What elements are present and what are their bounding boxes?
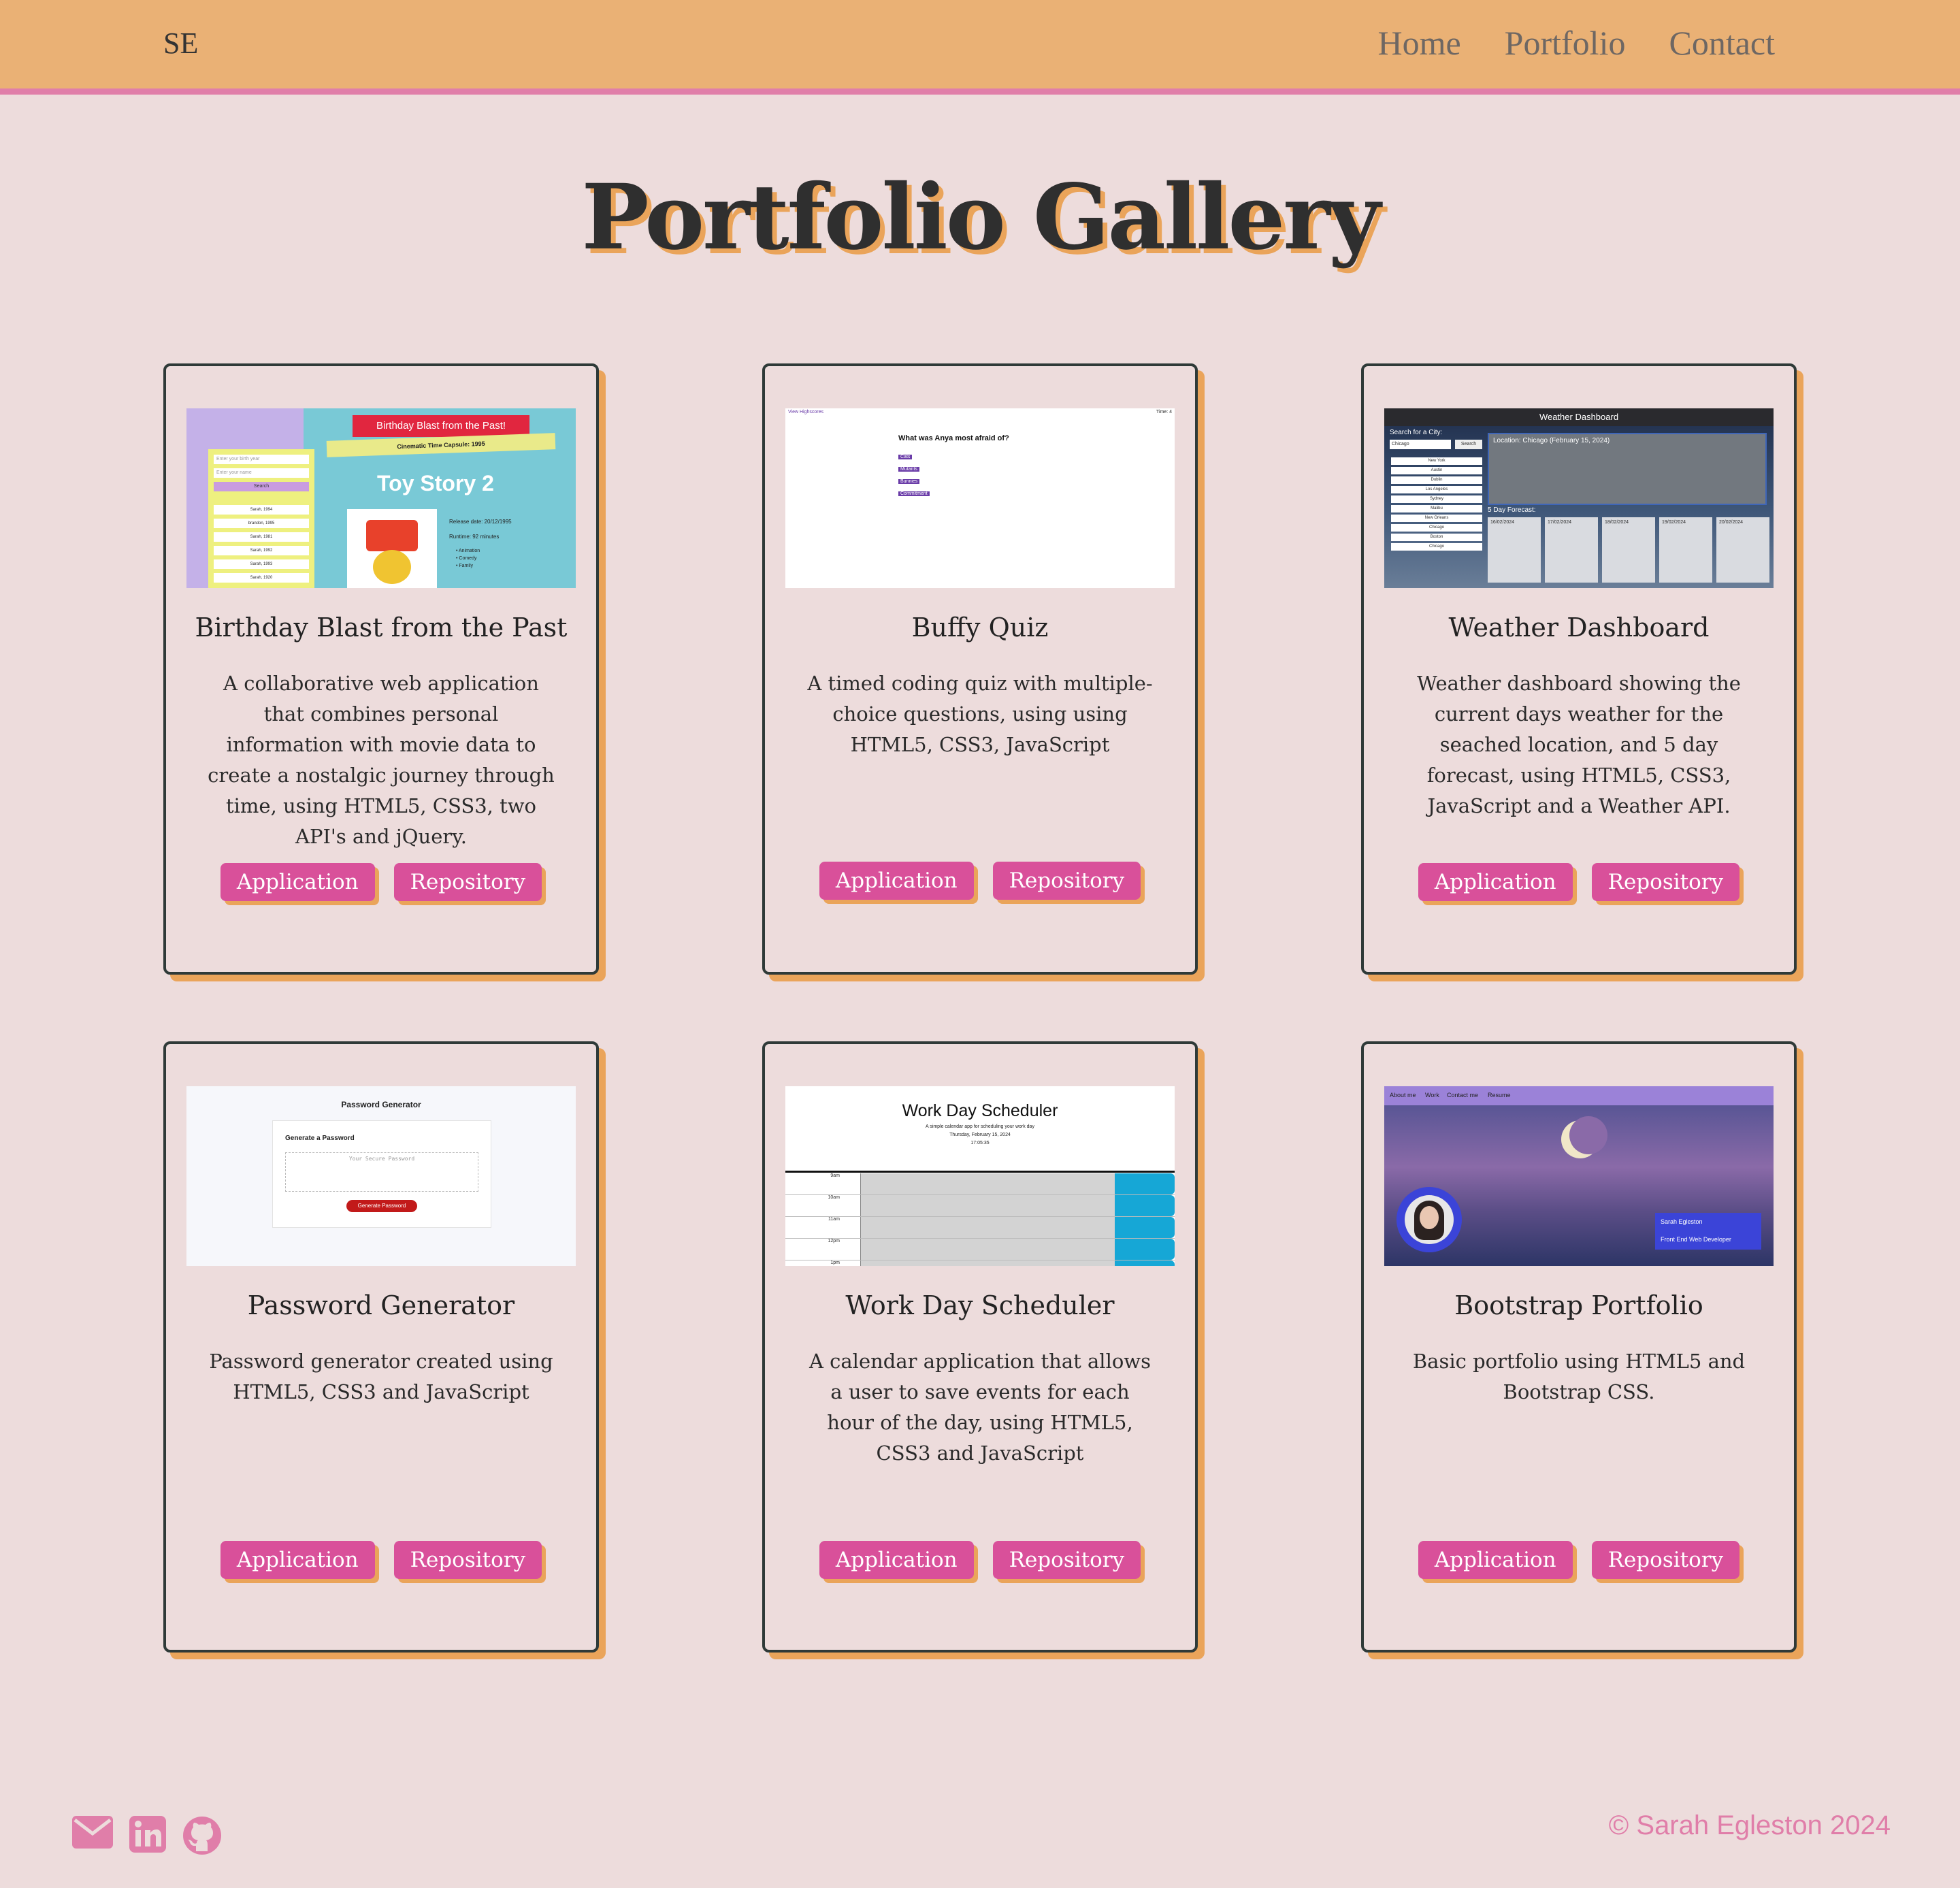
thumb-forecast-label: 5 Day Forecast: (1488, 506, 1536, 514)
project-description: Password generator created using HTML5, … (209, 1350, 553, 1403)
project-title: Work Day Scheduler (845, 1290, 1115, 1320)
application-button[interactable]: Application (819, 862, 974, 900)
thumb-nav: About me Work Contact me Resume (1384, 1086, 1774, 1105)
thumb-timer: Time: 4 (1156, 410, 1172, 414)
github-icon[interactable] (182, 1816, 222, 1855)
thumb-header: Work Day Scheduler (902, 1101, 1058, 1120)
thumb-search-button[interactable]: Search (214, 482, 309, 491)
thumb-header: Weather Dashboard (1384, 408, 1774, 426)
thumb-city-list: New York Austin Dublin Los Angeles Sydne… (1391, 457, 1482, 553)
thumb-input-name[interactable]: Enter your name (214, 468, 309, 478)
thumb-panel: Generate a Password Your Secure Password… (272, 1120, 491, 1228)
thumb-password-field: Your Secure Password (285, 1152, 478, 1192)
project-card-birthday-blast: Birthday Blast from the Past! Cinematic … (163, 363, 599, 975)
thumb-question: What was Anya most afraid of? (898, 434, 1009, 442)
project-buttons: Application Repository (765, 1541, 1195, 1579)
project-title: Password Generator (247, 1290, 515, 1320)
thumb-heading: Birthday Blast from the Past! (353, 415, 529, 437)
thumb-forecast-cards: 16/02/2024 17/02/2024 18/02/2024 19/02/2… (1488, 517, 1769, 583)
project-description: Weather dashboard showing the current da… (1417, 672, 1741, 817)
thumb-hour-rows: 9am 10am 11am 12pm 1pm (785, 1173, 1175, 1266)
application-button[interactable]: Application (819, 1541, 974, 1579)
envelope-icon[interactable] (72, 1816, 113, 1855)
repository-button[interactable]: Repository (393, 1541, 542, 1579)
project-card-password-generator: Password Generator Generate a Password Y… (163, 1041, 599, 1653)
nav-link-contact[interactable]: Contact (1669, 23, 1775, 63)
application-button[interactable]: Application (220, 1541, 375, 1579)
project-title: Weather Dashboard (1448, 613, 1710, 642)
project-thumbnail[interactable]: Work Day Scheduler A simple calendar app… (785, 1086, 1175, 1266)
project-description: A timed coding quiz with multiple-choice… (807, 672, 1153, 756)
repository-button[interactable]: Repository (992, 862, 1141, 900)
repository-button[interactable]: Repository (1591, 1541, 1740, 1579)
project-card-weather-dashboard: Weather Dashboard Search for a City: Chi… (1361, 363, 1797, 975)
avatar (1396, 1187, 1462, 1252)
application-button[interactable]: Application (220, 863, 375, 901)
project-title: Birthday Blast from the Past (195, 613, 568, 642)
movie-poster (347, 509, 437, 588)
brand-logo[interactable]: SE (163, 26, 198, 61)
project-card-buffy-quiz: View Highscores Time: 4 What was Anya mo… (762, 363, 1198, 975)
thumb-runtime: Runtime: 92 minutes (449, 534, 500, 540)
thumb-name-badge: Sarah Egleston Front End Web Developer (1655, 1213, 1761, 1250)
project-title: Buffy Quiz (911, 613, 1049, 642)
project-buttons: Application Repository (1364, 1541, 1794, 1579)
thumb-history: Sarah, 1994 brandon, 1995 Sarah, 1981 Sa… (214, 505, 309, 587)
thumb-header: Password Generator (341, 1100, 421, 1109)
project-buttons: Application Repository (166, 1541, 596, 1579)
project-thumbnail[interactable]: Weather Dashboard Search for a City: Chi… (1384, 408, 1774, 588)
project-card-work-day-scheduler: Work Day Scheduler A simple calendar app… (762, 1041, 1198, 1653)
thumb-tagline: A simple calendar app for scheduling you… (926, 1124, 1034, 1129)
footer-social-icons (72, 1816, 222, 1855)
thumb-highscores: View Highscores (788, 410, 824, 414)
thumb-date: Thursday, February 15, 2024 (949, 1133, 1011, 1137)
application-button[interactable]: Application (1418, 863, 1573, 901)
project-description: A calendar application that allows a use… (808, 1350, 1152, 1465)
thumb-release: Release date: 20/12/1995 (449, 519, 512, 525)
nav-link-home[interactable]: Home (1377, 23, 1460, 63)
project-buttons: Application Repository (166, 863, 596, 901)
project-title: Bootstrap Portfolio (1454, 1290, 1703, 1320)
project-thumbnail[interactable]: Password Generator Generate a Password Y… (186, 1086, 576, 1266)
page-title: Portfolio Gallery (581, 165, 1380, 270)
thumb-input-year[interactable]: Enter your birth year (214, 455, 309, 464)
project-thumbnail[interactable]: View Highscores Time: 4 What was Anya mo… (785, 408, 1175, 588)
project-card-bootstrap-portfolio: About me Work Contact me Resume Sarah Eg… (1361, 1041, 1797, 1653)
repository-button[interactable]: Repository (992, 1541, 1141, 1579)
copyright-text: © Sarah Egleston 2024 (1608, 1810, 1891, 1840)
thumb-search-button[interactable]: Search (1455, 440, 1482, 449)
repository-button[interactable]: Repository (393, 863, 542, 901)
thumb-movie: Toy Story 2 (377, 471, 494, 495)
project-description: A collaborative web application that com… (208, 672, 555, 848)
repository-button[interactable]: Repository (1591, 863, 1740, 901)
project-thumbnail[interactable]: Birthday Blast from the Past! Cinematic … (186, 408, 576, 588)
project-buttons: Application Repository (1364, 863, 1794, 901)
thumb-generate-button: Generate Password (346, 1200, 417, 1212)
project-description: Basic portfolio using HTML5 and Bootstra… (1412, 1350, 1746, 1403)
nav-link-portfolio[interactable]: Portfolio (1505, 23, 1626, 63)
application-button[interactable]: Application (1418, 1541, 1573, 1579)
thumb-answers: Cats Mutants Bunnies Commitment (898, 449, 930, 498)
project-thumbnail[interactable]: About me Work Contact me Resume Sarah Eg… (1384, 1086, 1774, 1266)
thumb-search-label: Search for a City: (1390, 429, 1443, 436)
thumb-search-input[interactable]: Chicago (1390, 440, 1451, 449)
thumb-time: 17:05:35 (970, 1141, 990, 1145)
thumb-genres: • Animation • Comedy • Family (456, 549, 480, 568)
nav-links: Home Portfolio Contact (1377, 23, 1775, 63)
navbar: SE Home Portfolio Contact (0, 0, 1960, 95)
thumb-current-weather: Location: Chicago (February 15, 2024) (1488, 433, 1767, 505)
project-buttons: Application Repository (765, 862, 1195, 900)
linkedin-icon[interactable] (129, 1816, 166, 1855)
